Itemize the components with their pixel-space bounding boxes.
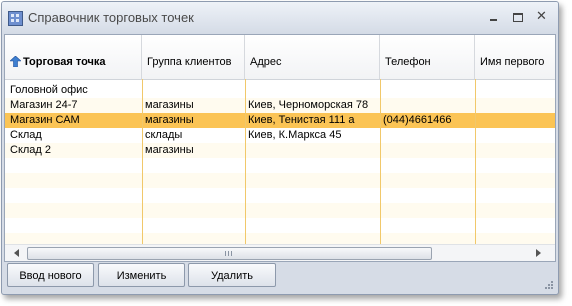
- cell-client-group: склады: [145, 129, 183, 141]
- column-divider: [142, 79, 143, 244]
- column-header-first-name[interactable]: Имя первого: [475, 35, 555, 79]
- cell-client-group: магазины: [145, 99, 194, 111]
- directory-window: Справочник торговых точек ✕ Торговая точ…: [1, 1, 559, 295]
- column-divider: [245, 79, 246, 244]
- scroll-right-icon[interactable]: [536, 249, 541, 257]
- column-header-client-group[interactable]: Группа клиентов: [142, 35, 245, 79]
- empty-row: [5, 218, 555, 233]
- column-divider: [475, 79, 476, 244]
- cell-outlet: Склад: [10, 129, 42, 141]
- empty-row: [5, 158, 555, 173]
- cell-outlet: Магазин 24-7: [10, 99, 78, 111]
- new-record-button[interactable]: Ввод нового: [7, 263, 94, 287]
- edit-button[interactable]: Изменить: [98, 263, 185, 287]
- scroll-left-icon[interactable]: [14, 249, 19, 257]
- outlets-grid[interactable]: Торговая точка Группа клиентов Адрес Тел…: [4, 34, 556, 262]
- resize-grip-icon[interactable]: [544, 280, 554, 290]
- table-row-selected[interactable]: Магазин САМ магазины Киев, Тенистая 111 …: [5, 113, 555, 128]
- cell-phone: (044)4661466: [383, 114, 452, 126]
- column-header-label: Телефон: [385, 56, 431, 68]
- horizontal-scrollbar[interactable]: [5, 244, 555, 261]
- cell-outlet: Головной офис: [10, 84, 88, 96]
- column-header-label: Адрес: [250, 56, 282, 68]
- column-header-label: Торговая точка: [23, 56, 106, 68]
- column-header-phone[interactable]: Телефон: [380, 35, 475, 79]
- cell-outlet: Склад 2: [10, 144, 52, 156]
- cell-address: Киев, Тенистая 111 а: [248, 114, 355, 126]
- minimize-icon[interactable]: [486, 10, 502, 24]
- scrollbar-thumb[interactable]: [27, 247, 432, 260]
- cell-outlet: Магазин САМ: [10, 114, 80, 126]
- empty-row: [5, 203, 555, 218]
- table-row[interactable]: Склад 2 магазины: [5, 143, 555, 158]
- column-header-label: Имя первого: [480, 56, 545, 68]
- grid-header: Торговая точка Группа клиентов Адрес Тел…: [5, 35, 555, 80]
- title-bar[interactable]: Справочник торговых точек ✕: [2, 2, 558, 34]
- column-header-label: Группа клиентов: [147, 56, 232, 68]
- delete-button[interactable]: Удалить: [188, 263, 276, 287]
- table-app-icon: [8, 11, 23, 26]
- table-row[interactable]: Магазин 24-7 магазины Киев, Черноморская…: [5, 98, 555, 113]
- window-title: Справочник торговых точек: [28, 10, 194, 25]
- table-row[interactable]: Склад склады Киев, К.Маркса 45: [5, 128, 555, 143]
- cell-address: Киев, Черноморская 78: [248, 99, 369, 111]
- maximize-icon[interactable]: [510, 10, 526, 24]
- close-icon[interactable]: ✕: [534, 9, 550, 24]
- column-header-address[interactable]: Адрес: [245, 35, 380, 79]
- cell-client-group: магазины: [145, 114, 194, 126]
- column-divider: [380, 79, 381, 244]
- cell-client-group: магазины: [145, 144, 194, 156]
- column-header-outlet[interactable]: Торговая точка: [5, 35, 142, 79]
- empty-row: [5, 173, 555, 188]
- empty-row: [5, 188, 555, 203]
- cell-address: Киев, К.Маркса 45: [248, 129, 342, 141]
- table-row[interactable]: Головной офис: [5, 83, 555, 98]
- sort-ascending-icon: [10, 56, 21, 67]
